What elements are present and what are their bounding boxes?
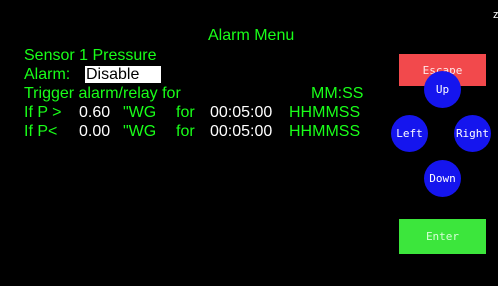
condition-low-unit: "WG xyxy=(123,123,157,140)
condition-low-value[interactable]: 0.00 xyxy=(79,124,110,140)
alarm-select[interactable]: Disable xyxy=(85,66,161,83)
trigger-label: Trigger alarm/relay for xyxy=(24,85,181,102)
condition-high-for: for xyxy=(176,104,195,121)
condition-low-time[interactable]: 00:05:00 xyxy=(210,124,272,140)
corner-mark: z xyxy=(493,9,498,21)
condition-high-time[interactable]: 00:05:00 xyxy=(210,105,272,121)
trigger-format: MM:SS xyxy=(311,85,364,102)
condition-high-label: If P > xyxy=(24,104,62,121)
sensor-label: Sensor 1 Pressure xyxy=(24,47,157,64)
condition-high-format: HHMMSS xyxy=(289,104,361,121)
condition-low-for: for xyxy=(176,123,195,140)
condition-high-unit: "WG xyxy=(123,104,157,121)
left-button[interactable]: Left xyxy=(391,115,428,152)
alarm-label: Alarm: xyxy=(24,66,71,83)
page-title: Alarm Menu xyxy=(208,27,295,44)
condition-low-label: If P< xyxy=(24,123,58,140)
up-button[interactable]: Up xyxy=(424,71,461,108)
condition-low-format: HHMMSS xyxy=(289,123,361,140)
down-button[interactable]: Down xyxy=(424,160,461,197)
enter-button[interactable]: Enter xyxy=(399,219,486,254)
alarm-menu-screen: { "title": "Alarm Menu", "corner_mark": … xyxy=(0,0,498,286)
right-button[interactable]: Right xyxy=(454,115,491,152)
condition-high-value[interactable]: 0.60 xyxy=(79,105,110,121)
